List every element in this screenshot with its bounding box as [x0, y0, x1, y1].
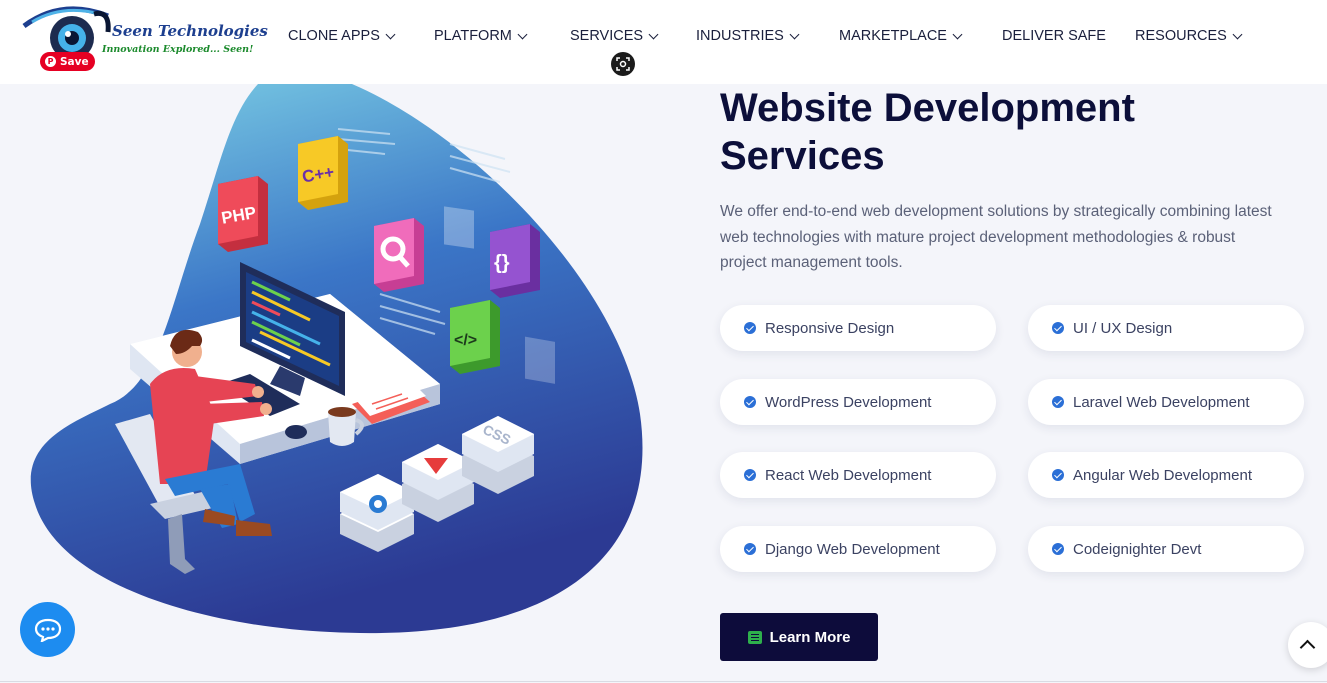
check-icon — [744, 543, 756, 555]
scroll-to-top-button[interactable] — [1288, 622, 1327, 668]
feature-label: Laravel Web Development — [1073, 393, 1250, 411]
list-icon — [747, 630, 762, 644]
check-icon — [1052, 469, 1064, 481]
feature-pill[interactable]: UI / UX Design — [1028, 305, 1304, 351]
chat-icon — [34, 618, 61, 642]
feature-label: WordPress Development — [765, 393, 932, 411]
nav-label: SERVICES — [570, 28, 644, 44]
check-icon — [744, 469, 756, 481]
chat-button[interactable] — [20, 602, 75, 657]
feature-label: Django Web Development — [765, 540, 940, 558]
learn-more-button[interactable]: Learn More — [720, 613, 878, 661]
check-icon — [1052, 396, 1064, 408]
title-line-1: Website Development — [720, 86, 1135, 130]
check-icon — [1052, 322, 1064, 334]
save-label: Save — [60, 55, 89, 68]
cpp-badge-icon: C++ — [298, 136, 348, 210]
divider — [0, 681, 1327, 682]
pinterest-save-button[interactable]: P Save — [40, 52, 95, 71]
nav-marketplace[interactable]: MARKETPLACE — [839, 28, 963, 44]
arrow-up-icon — [1299, 639, 1315, 656]
search-badge-icon — [374, 218, 424, 292]
learn-more-label: Learn More — [769, 628, 851, 646]
nav-label: INDUSTRIES — [696, 28, 784, 44]
check-icon — [1052, 543, 1064, 555]
pinterest-icon: P — [45, 56, 56, 67]
nav-label: MARKETPLACE — [839, 28, 947, 44]
title-line-2: Services — [720, 134, 885, 178]
nav-platform[interactable]: PLATFORM — [434, 28, 528, 44]
feature-pill[interactable]: Angular Web Development — [1028, 452, 1304, 498]
nav-label: RESOURCES — [1135, 28, 1227, 44]
code-badge-icon: </> — [450, 300, 500, 374]
nav-clone-apps[interactable]: CLONE APPS — [288, 28, 396, 44]
hero-description: We offer end-to-end web development solu… — [720, 203, 1272, 271]
feature-label: UI / UX Design — [1073, 319, 1173, 337]
php-badge-icon: PHP — [218, 176, 268, 252]
nav-services[interactable]: SERVICES — [570, 28, 659, 44]
feature-pill[interactable]: Codeignighter Devt — [1028, 526, 1304, 572]
chevron-down-icon — [385, 29, 396, 39]
feature-pill[interactable]: Django Web Development — [720, 526, 996, 572]
nav-deliver-safe[interactable]: DELIVER SAFE — [1002, 28, 1106, 44]
site-header: Seen Technologies Innovation Explored...… — [0, 0, 1327, 84]
braces-badge-label: {} — [494, 252, 510, 274]
brand-tagline: Innovation Explored... Seen! — [102, 44, 254, 55]
nav-industries[interactable]: INDUSTRIES — [696, 28, 800, 44]
chevron-down-icon — [1232, 29, 1243, 39]
check-icon — [744, 322, 756, 334]
feature-label: React Web Development — [765, 466, 932, 484]
feature-pill[interactable]: React Web Development — [720, 452, 996, 498]
nav-resources[interactable]: RESOURCES — [1135, 28, 1243, 44]
code-badge-label: </> — [454, 332, 477, 349]
chevron-down-icon — [952, 29, 963, 39]
nav-label: PLATFORM — [434, 28, 512, 44]
page-title: Website Development Services — [720, 84, 1280, 180]
lens-icon[interactable] — [611, 52, 635, 76]
feature-label: Angular Web Development — [1073, 466, 1252, 484]
web-development-illustration: PHP C++ {} </> CSS — [30, 84, 643, 634]
feature-label: Responsive Design — [765, 319, 895, 337]
chevron-down-icon — [648, 29, 659, 39]
nav-label: CLONE APPS — [288, 28, 380, 44]
feature-label: Codeignighter Devt — [1073, 540, 1202, 558]
brand-name: Seen Technologies — [112, 22, 268, 40]
chevron-down-icon — [517, 29, 528, 39]
feature-pill[interactable]: WordPress Development — [720, 379, 996, 425]
check-icon — [744, 396, 756, 408]
nav-label: DELIVER SAFE — [1002, 28, 1106, 44]
braces-badge-icon: {} — [490, 224, 540, 298]
feature-pill[interactable]: Laravel Web Development — [1028, 379, 1304, 425]
feature-pill[interactable]: Responsive Design — [720, 305, 996, 351]
chevron-down-icon — [789, 29, 800, 39]
